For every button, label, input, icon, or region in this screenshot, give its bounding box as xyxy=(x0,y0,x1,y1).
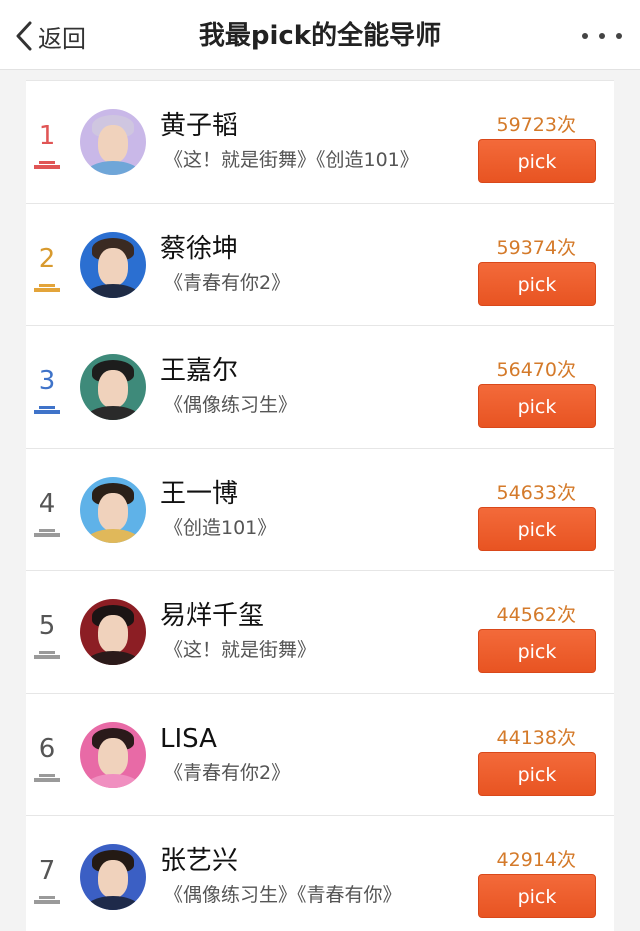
podium-icon xyxy=(34,406,60,414)
more-dot-icon xyxy=(616,33,622,39)
show-titles: 《这！就是街舞》 xyxy=(164,639,317,661)
vote-count: 56470次 xyxy=(496,359,576,381)
more-dot-icon xyxy=(582,33,588,39)
avatar[interactable] xyxy=(80,109,146,175)
show-titles: 《青春有你2》 xyxy=(164,271,291,294)
mentor-name: 王一博 xyxy=(160,478,239,509)
podium-icon xyxy=(34,773,60,782)
rank-number: 1 xyxy=(38,121,56,151)
more-options-button[interactable] xyxy=(582,26,622,46)
avatar[interactable] xyxy=(80,354,146,420)
rank-number: 6 xyxy=(38,733,56,764)
pick-button[interactable]: pick xyxy=(478,751,596,796)
ranking-row: 4 王一博 《创造101》 54633次 pick xyxy=(26,447,614,571)
rank-number: 4 xyxy=(38,488,56,519)
vote-count: 44562次 xyxy=(496,604,576,626)
mentor-name: 黄子韬 xyxy=(160,111,239,141)
ranking-row: 6 LISA 《青春有你2》 44138次 pick xyxy=(26,692,614,816)
vote-count: 59374次 xyxy=(496,236,576,259)
ranking-row: 3 王嘉尔 《偶像练习生》 56470次 pick xyxy=(26,325,614,448)
more-dot-icon xyxy=(599,33,605,39)
avatar[interactable] xyxy=(80,476,146,543)
pick-button[interactable]: pick xyxy=(478,506,596,551)
pick-button[interactable]: pick xyxy=(478,139,596,183)
pick-button[interactable]: pick xyxy=(478,629,596,673)
show-titles: 《创造101》 xyxy=(164,516,277,539)
avatar[interactable] xyxy=(80,599,146,665)
vote-count: 44138次 xyxy=(496,726,576,749)
vote-count: 54633次 xyxy=(496,481,576,504)
show-titles: 《青春有你2》 xyxy=(164,761,291,784)
ranking-row: 7 张艺兴 《偶像练习生》《青春有你》 42914次 pick xyxy=(26,815,614,931)
podium-icon xyxy=(34,896,60,904)
podium-icon xyxy=(34,161,60,169)
ranking-row: 2 蔡徐坤 《青春有你2》 59374次 pick xyxy=(26,202,614,326)
rank-number: 7 xyxy=(38,856,56,886)
show-titles: 《偶像练习生》《青春有你》 xyxy=(164,884,402,906)
avatar[interactable] xyxy=(80,231,146,298)
pick-button[interactable]: pick xyxy=(478,384,596,428)
avatar[interactable] xyxy=(80,721,146,788)
page-title: 我最pick的全能导师 xyxy=(198,21,442,51)
mentor-name: LISA xyxy=(160,723,217,754)
mentor-name: 张艺兴 xyxy=(160,846,239,876)
podium-icon xyxy=(34,651,60,659)
ranking-row: 5 易烊千玺 《这！就是街舞》 44562次 pick xyxy=(26,570,614,693)
nav-bar: 返回 我最pick的全能导师 xyxy=(0,0,640,70)
vote-count: 59723次 xyxy=(496,114,576,136)
rank-number: 3 xyxy=(38,366,56,396)
pick-button[interactable]: pick xyxy=(478,261,596,306)
ranking-row: 1 黄子韬 《这！就是街舞》《创造101》 59723次 pick xyxy=(26,80,614,203)
mentor-name: 蔡徐坤 xyxy=(160,233,239,264)
mentor-name: 王嘉尔 xyxy=(160,356,239,386)
rank-number: 2 xyxy=(38,243,56,274)
rank-number: 5 xyxy=(38,611,56,641)
mentor-name: 易烊千玺 xyxy=(160,601,265,631)
vote-count: 42914次 xyxy=(496,849,576,871)
show-titles: 《偶像练习生》 xyxy=(164,394,298,416)
ranking-list: 1 黄子韬 《这！就是街舞》《创造101》 59723次 pick 2 蔡徐坤 … xyxy=(26,80,614,931)
show-titles: 《这！就是街舞》《创造101》 xyxy=(164,149,419,171)
avatar[interactable] xyxy=(80,844,146,910)
podium-icon xyxy=(34,528,60,537)
pick-button[interactable]: pick xyxy=(478,874,596,918)
podium-icon xyxy=(34,283,60,292)
